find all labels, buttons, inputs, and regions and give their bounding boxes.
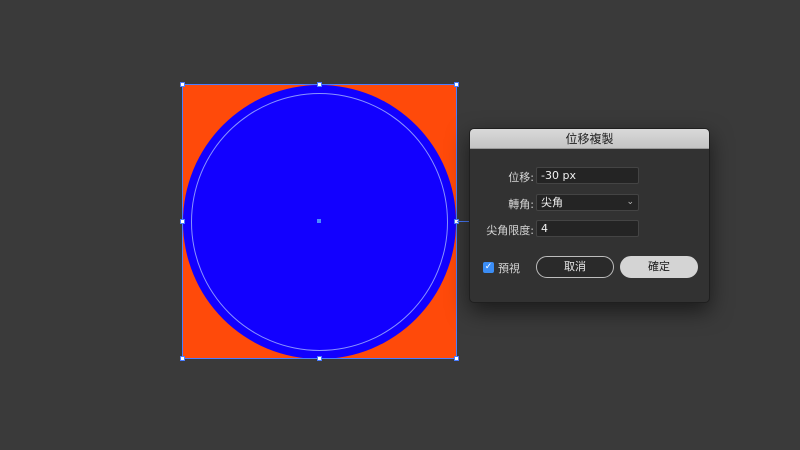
handle-top-left[interactable] — [180, 82, 185, 87]
offset-field[interactable]: -30 px — [536, 167, 639, 184]
handle-bottom-center[interactable] — [317, 356, 322, 361]
checkmark-icon: ✓ — [484, 262, 493, 272]
dialog-title[interactable]: 位移複製 — [470, 129, 709, 149]
joins-select[interactable]: 尖角 ⌄ — [536, 194, 639, 211]
preview-label[interactable]: 預視 — [498, 260, 520, 276]
handle-top-right[interactable] — [454, 82, 459, 87]
handle-middle-left[interactable] — [180, 219, 185, 224]
cancel-button[interactable]: 取消 — [536, 256, 614, 278]
center-point-marker — [317, 219, 321, 223]
selection-edge-extension — [457, 221, 469, 222]
offset-label: 位移: — [508, 171, 534, 184]
canvas[interactable]: 位移複製 位移: -30 px 轉角: 尖角 ⌄ 尖角限度: 4 ✓ 預視 取消… — [0, 0, 800, 450]
handle-bottom-left[interactable] — [180, 356, 185, 361]
miter-limit-label: 尖角限度: — [486, 224, 534, 237]
offset-path-dialog: 位移複製 位移: -30 px 轉角: 尖角 ⌄ 尖角限度: 4 ✓ 預視 取消… — [469, 128, 710, 303]
handle-top-center[interactable] — [317, 82, 322, 87]
joins-select-value: 尖角 — [541, 196, 563, 209]
ok-button[interactable]: 確定 — [620, 256, 698, 278]
miter-limit-field[interactable]: 4 — [536, 220, 639, 237]
chevron-down-icon: ⌄ — [626, 197, 634, 207]
handle-bottom-right[interactable] — [454, 356, 459, 361]
joins-label: 轉角: — [508, 198, 534, 211]
preview-checkbox[interactable]: ✓ — [483, 262, 494, 273]
